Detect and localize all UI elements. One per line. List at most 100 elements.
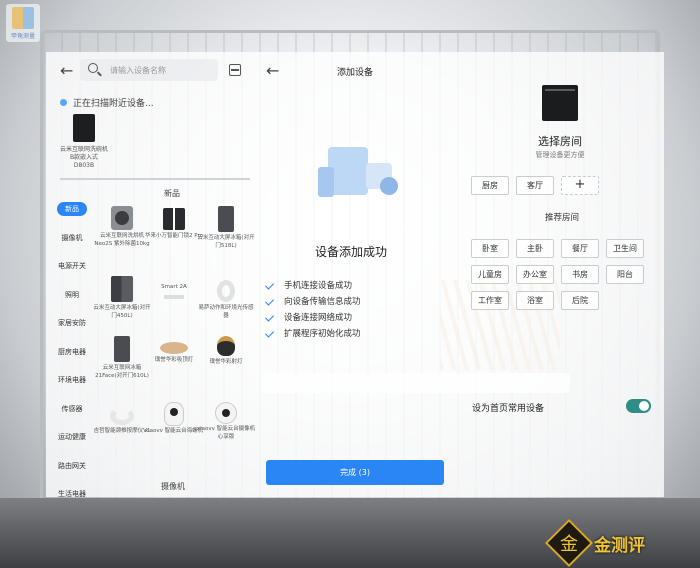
category-item[interactable]: 生活电器	[50, 480, 94, 509]
device-label: 吉哲智能颈椎按摩仪V1	[93, 428, 151, 434]
device-label: 璞誉华彩吸顶灯	[154, 357, 194, 363]
search-bar[interactable]	[80, 59, 218, 81]
category-item[interactable]: 路由网关	[50, 452, 94, 481]
category-item[interactable]: 传感器	[50, 395, 94, 424]
room-option[interactable]: 书房	[561, 265, 599, 284]
device-label: xiaovv 智能云台摄像机 心享版	[196, 426, 256, 440]
room-option[interactable]: 后院	[561, 291, 599, 310]
category-item[interactable]: 运动健康	[50, 423, 94, 452]
device-label: 云米互联网冰箱21Face(对开门610L)	[95, 365, 149, 379]
washer-icon	[111, 206, 133, 230]
device-tile[interactable]: 华来小万智能门锁2 Pro	[144, 208, 204, 241]
device-tile[interactable]: xiaovv 智能云台摄像机 心享版	[196, 403, 256, 441]
spotlight-icon	[217, 336, 235, 356]
check-icon	[266, 297, 276, 305]
device-added-illustration	[318, 143, 400, 203]
fridge-icon	[111, 276, 133, 302]
device-label: 易萨动作和环境光传感器	[198, 305, 254, 319]
done-button[interactable]: 完成 (3)	[266, 460, 444, 485]
device-tile[interactable]: 璞誉华彩射灯	[196, 336, 256, 367]
search-icon	[88, 63, 98, 73]
device-tile[interactable]: 吉哲智能颈椎按摩仪V1	[92, 403, 152, 436]
scan-icon[interactable]	[229, 64, 241, 76]
progress-step: 手机连接设备成功	[266, 279, 352, 291]
room-option[interactable]: 儿童房	[471, 265, 509, 284]
watermark-grid-icon	[12, 7, 34, 29]
camera-icon	[165, 403, 183, 425]
category-item[interactable]: 照明	[50, 281, 94, 310]
add-room-button[interactable]: +	[561, 176, 599, 195]
favorite-toggle-label: 设为首页常用设备	[472, 404, 545, 414]
device-label: xiaovv 智能云台海螺机	[144, 428, 204, 434]
neck-massager-icon	[110, 407, 134, 425]
room-option[interactable]: 卫生间	[606, 239, 644, 258]
back-arrow-icon[interactable]: ←	[266, 63, 280, 79]
success-title: 设备添加成功	[314, 245, 387, 259]
divider	[60, 178, 250, 180]
progress-step: 设备连接网络成功	[266, 311, 352, 323]
section-label-new: 新品	[164, 189, 180, 198]
room-option[interactable]: 卧室	[471, 239, 509, 258]
smart-lock-icon	[163, 208, 185, 230]
device-label: 璞誉华彩射灯	[209, 359, 243, 365]
device-label: Smart 2A	[161, 284, 187, 290]
check-icon	[266, 313, 276, 321]
category-item[interactable]: 摄像机	[50, 224, 94, 253]
device-label: 华来小万智能门锁2 Pro	[145, 233, 203, 239]
camera-icon	[216, 403, 236, 423]
favorite-toggle[interactable]	[626, 399, 651, 413]
device-label: 云米互动大屏冰箱(对开门518L)	[197, 235, 255, 249]
device-label: 云米互动大屏冰箱(对开门450L)	[93, 305, 151, 319]
page-title: 添加设备	[337, 68, 374, 78]
device-tile[interactable]: 云米互联网洗烘机Neo2S 紫外除菌10kg	[92, 206, 152, 248]
room-option[interactable]: 餐厅	[561, 239, 599, 258]
watermark-top-left-text: 甲角测量	[10, 33, 35, 40]
ceiling-lamp-icon	[160, 342, 188, 354]
choose-room-subtitle: 管理设备更方便	[535, 151, 585, 159]
room-option[interactable]: 浴室	[516, 291, 554, 310]
section-label-camera: 摄像机	[161, 482, 185, 491]
watermark-logo-bottom-right: 金 金测评	[544, 518, 645, 568]
device-name-field[interactable]	[262, 373, 570, 393]
device-tile[interactable]: 云米互动大屏冰箱(对开门450L)	[92, 276, 152, 320]
dishwasher-icon	[542, 85, 578, 121]
device-label: 云米互联网洗烘机Neo2S 紫外除菌10kg	[94, 233, 150, 247]
choose-room-title: 选择房间	[538, 135, 582, 148]
scanning-status: 正在扫描附近设备...	[60, 96, 154, 109]
room-option[interactable]: 厨房	[471, 176, 509, 195]
found-device[interactable]: 云米互联网洗碗机B款嵌入式D803B	[60, 114, 108, 170]
watermark-bottom-right-text: 金测评	[594, 535, 645, 556]
found-device-label: 云米互联网洗碗机B款嵌入式D803B	[60, 146, 109, 169]
device-tile[interactable]: 云米互动大屏冰箱(对开门518L)	[196, 206, 256, 250]
progress-step: 扩展程序初始化成功	[266, 327, 361, 339]
room-option[interactable]: 工作室	[471, 291, 509, 310]
category-item[interactable]: 环境电器	[50, 366, 94, 395]
device-tile[interactable]: 璞誉华彩吸顶灯	[144, 336, 204, 365]
category-item[interactable]: 电源开关	[50, 252, 94, 281]
device-tile[interactable]: 易萨动作和环境光传感器	[196, 280, 256, 320]
room-option[interactable]: 客厅	[516, 176, 554, 195]
progress-step: 向设备传输信息成功	[266, 295, 361, 307]
room-option[interactable]: 主卧	[516, 239, 554, 258]
fridge-icon	[114, 336, 130, 362]
scanning-dot-icon	[60, 99, 67, 106]
check-icon	[266, 329, 276, 337]
category-item[interactable]: 家居安防	[50, 309, 94, 338]
search-input[interactable]	[110, 62, 210, 78]
scanning-text: 正在扫描附近设备...	[73, 99, 154, 109]
dishwasher-icon	[73, 114, 95, 142]
check-icon	[266, 281, 276, 289]
device-tile[interactable]: Smart 2A	[144, 284, 204, 302]
device-tile[interactable]: 云米互联网冰箱21Face(对开门610L)	[92, 336, 152, 380]
toggle-knob	[639, 401, 649, 411]
back-arrow-icon[interactable]: ←	[60, 63, 74, 79]
ceiling-light-icon	[164, 294, 184, 299]
room-option[interactable]: 阳台	[606, 265, 644, 284]
recommended-rooms-title: 推荐房间	[544, 213, 579, 223]
room-option[interactable]: 办公室	[516, 265, 554, 284]
category-item[interactable]: 厨房电器	[50, 338, 94, 367]
fridge-icon	[218, 206, 234, 232]
device-tile[interactable]: xiaovv 智能云台海螺机	[144, 403, 204, 436]
category-list: 新品 摄像机 电源开关 照明 家居安防 厨房电器 环境电器 传感器 运动健康 路…	[50, 195, 94, 509]
category-item[interactable]: 新品	[50, 195, 94, 224]
